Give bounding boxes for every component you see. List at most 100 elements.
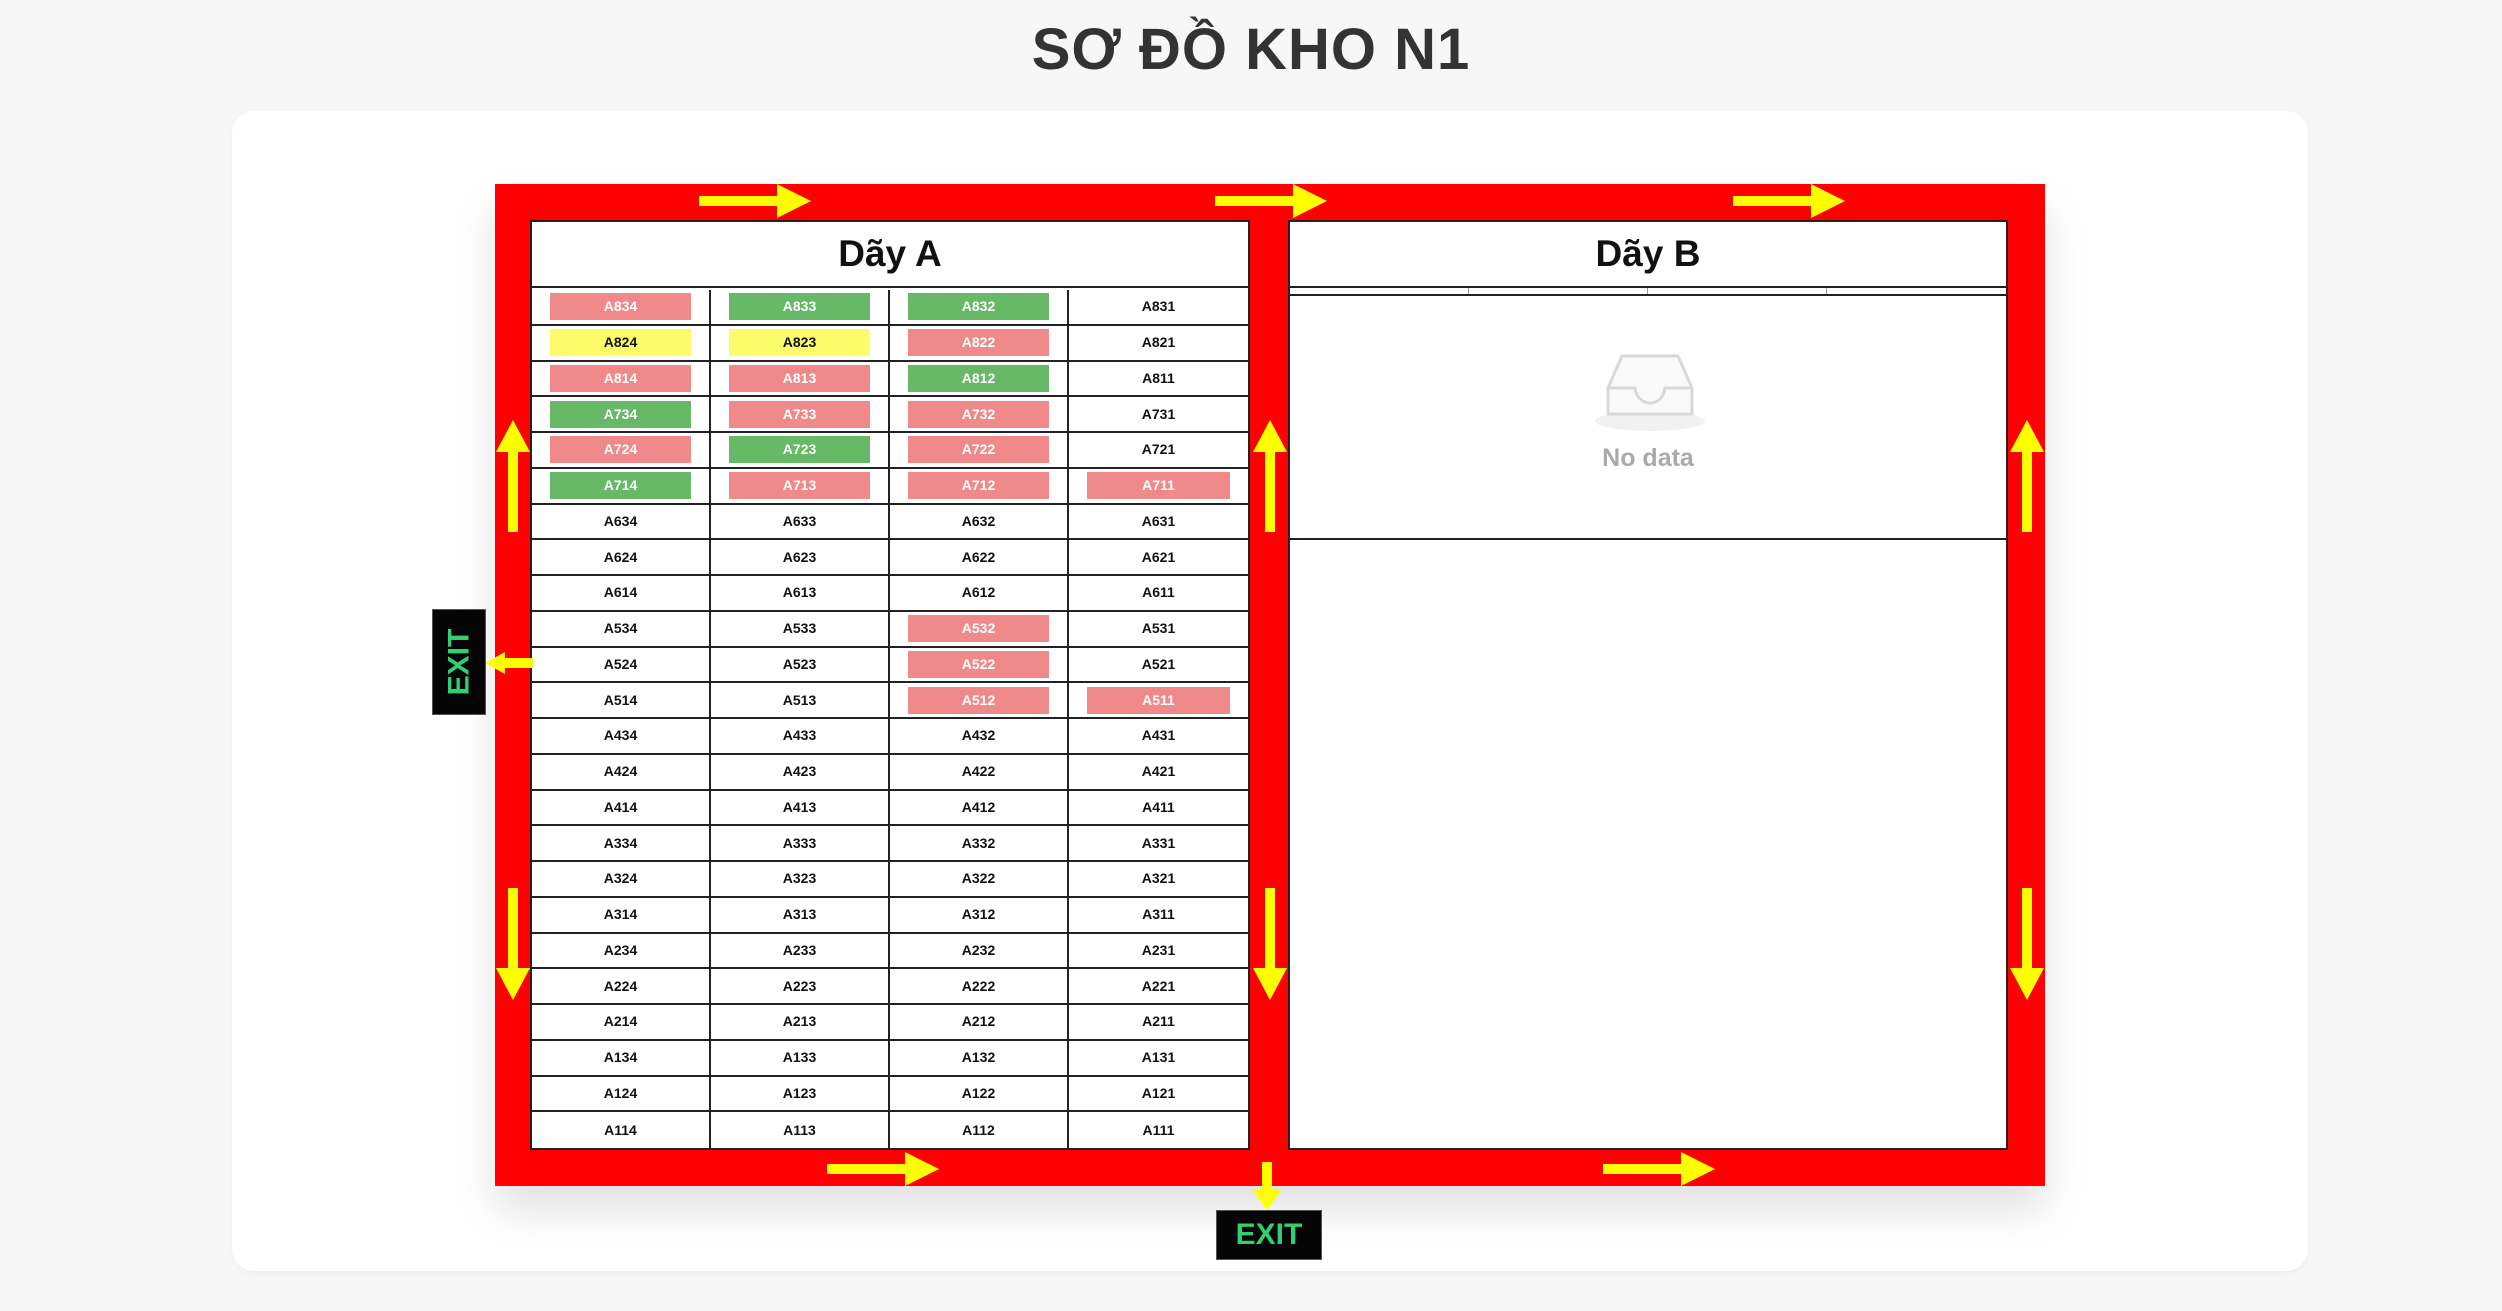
rack-slot-cell: A731	[1069, 397, 1248, 433]
rack-slot[interactable]: A423	[729, 758, 870, 785]
rack-slot[interactable]: A433	[729, 722, 870, 749]
rack-slot[interactable]: A331	[1087, 830, 1230, 857]
rack-slot[interactable]: A531	[1087, 615, 1230, 642]
rack-slot[interactable]: A211	[1087, 1008, 1230, 1035]
rack-slot[interactable]: A522	[908, 650, 1049, 678]
rack-slot[interactable]: A413	[729, 794, 870, 821]
rack-slot[interactable]: A714	[550, 472, 691, 500]
rack-slot[interactable]: A732	[908, 400, 1049, 428]
rack-slot[interactable]: A113	[729, 1117, 870, 1144]
rack-slot[interactable]: A431	[1087, 722, 1230, 749]
rack-slot[interactable]: A611	[1087, 579, 1230, 606]
rack-slot[interactable]: A321	[1087, 865, 1230, 892]
rack-slot[interactable]: A731	[1087, 401, 1230, 428]
rack-slot[interactable]: A323	[729, 865, 870, 892]
rack-slot[interactable]: A713	[729, 472, 870, 500]
rack-slot[interactable]: A813	[729, 364, 870, 392]
rack-slot-cell: A431	[1069, 719, 1248, 755]
rack-slot[interactable]: A514	[550, 687, 691, 714]
page-title: SƠ ĐỒ KHO N1	[1031, 17, 1471, 82]
rack-slot[interactable]: A812	[908, 364, 1049, 392]
rack-slot[interactable]: A214	[550, 1008, 691, 1035]
rack-slot[interactable]: A131	[1087, 1044, 1230, 1071]
rack-slot[interactable]: A633	[729, 508, 870, 535]
rack-slot[interactable]: A834	[550, 293, 691, 321]
rack-slot[interactable]: A512	[908, 686, 1049, 714]
rack-slot[interactable]: A213	[729, 1008, 870, 1035]
rack-slot[interactable]: A511	[1087, 686, 1230, 714]
rack-slot[interactable]: A524	[550, 651, 691, 678]
rack-slot[interactable]: A811	[1087, 365, 1230, 392]
rack-slot[interactable]: A212	[908, 1008, 1049, 1035]
rack-slot[interactable]: A623	[729, 544, 870, 571]
rack-slot[interactable]: A424	[550, 758, 691, 785]
rack-slot[interactable]: A232	[908, 937, 1049, 964]
rack-slot[interactable]: A121	[1087, 1080, 1230, 1107]
rack-slot[interactable]: A824	[550, 329, 691, 357]
rack-slot[interactable]: A412	[908, 794, 1049, 821]
rack-slot[interactable]: A122	[908, 1080, 1049, 1107]
rack-slot[interactable]: A624	[550, 544, 691, 571]
rack-slot[interactable]: A123	[729, 1080, 870, 1107]
rack-slot[interactable]: A414	[550, 794, 691, 821]
rack-slot[interactable]: A114	[550, 1117, 691, 1144]
rack-slot[interactable]: A711	[1087, 472, 1230, 500]
rack-slot[interactable]: A832	[908, 293, 1049, 321]
rack-slot[interactable]: A322	[908, 865, 1049, 892]
rack-slot[interactable]: A723	[729, 436, 870, 464]
rack-slot[interactable]: A613	[729, 579, 870, 606]
rack-slot[interactable]: A111	[1087, 1117, 1230, 1144]
rack-slot[interactable]: A721	[1087, 436, 1230, 463]
rack-slot[interactable]: A324	[550, 865, 691, 892]
rack-slot[interactable]: A814	[550, 364, 691, 392]
rack-slot[interactable]: A223	[729, 973, 870, 1000]
rack-slot[interactable]: A124	[550, 1080, 691, 1107]
rack-slot[interactable]: A112	[908, 1117, 1049, 1144]
rack-slot[interactable]: A222	[908, 973, 1049, 1000]
rack-slot[interactable]: A833	[729, 293, 870, 321]
rack-slot[interactable]: A532	[908, 615, 1049, 643]
rack-slot[interactable]: A422	[908, 758, 1049, 785]
rack-slot[interactable]: A712	[908, 472, 1049, 500]
rack-slot[interactable]: A513	[729, 687, 870, 714]
rack-slot[interactable]: A132	[908, 1044, 1049, 1071]
rack-slot[interactable]: A233	[729, 937, 870, 964]
rack-slot[interactable]: A314	[550, 901, 691, 928]
rack-slot[interactable]: A634	[550, 508, 691, 535]
rack-slot[interactable]: A434	[550, 722, 691, 749]
rack-slot[interactable]: A612	[908, 579, 1049, 606]
rack-slot[interactable]: A432	[908, 722, 1049, 749]
rack-slot[interactable]: A733	[729, 400, 870, 428]
rack-slot-cell: A821	[1069, 326, 1248, 362]
rack-slot[interactable]: A221	[1087, 973, 1230, 1000]
rack-slot[interactable]: A821	[1087, 329, 1230, 356]
rack-slot[interactable]: A722	[908, 436, 1049, 464]
rack-slot[interactable]: A311	[1087, 901, 1230, 928]
rack-slot[interactable]: A334	[550, 830, 691, 857]
rack-slot[interactable]: A224	[550, 973, 691, 1000]
rack-slot[interactable]: A234	[550, 937, 691, 964]
rack-slot[interactable]: A614	[550, 579, 691, 606]
rack-slot[interactable]: A313	[729, 901, 870, 928]
rack-slot[interactable]: A333	[729, 830, 870, 857]
rack-slot[interactable]: A134	[550, 1044, 691, 1071]
rack-slot[interactable]: A332	[908, 830, 1049, 857]
rack-slot[interactable]: A823	[729, 329, 870, 357]
rack-slot[interactable]: A533	[729, 615, 870, 642]
rack-slot[interactable]: A534	[550, 615, 691, 642]
rack-slot[interactable]: A622	[908, 544, 1049, 571]
rack-slot[interactable]: A724	[550, 436, 691, 464]
rack-slot[interactable]: A631	[1087, 508, 1230, 535]
rack-slot[interactable]: A831	[1087, 293, 1230, 320]
rack-slot[interactable]: A734	[550, 400, 691, 428]
rack-slot[interactable]: A133	[729, 1044, 870, 1071]
rack-slot[interactable]: A523	[729, 651, 870, 678]
rack-slot[interactable]: A822	[908, 329, 1049, 357]
rack-slot[interactable]: A231	[1087, 937, 1230, 964]
rack-slot[interactable]: A621	[1087, 544, 1230, 571]
rack-slot[interactable]: A312	[908, 901, 1049, 928]
rack-slot[interactable]: A632	[908, 508, 1049, 535]
rack-slot[interactable]: A411	[1087, 794, 1230, 821]
rack-slot[interactable]: A421	[1087, 758, 1230, 785]
rack-slot[interactable]: A521	[1087, 651, 1230, 678]
